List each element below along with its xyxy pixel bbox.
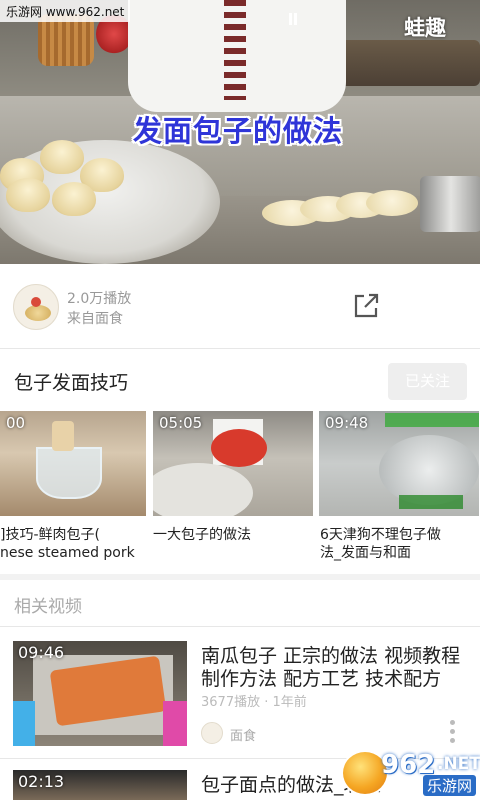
glass-bowl [36,447,102,499]
caption-banner [399,495,463,509]
bun [52,182,96,216]
divider [0,626,480,627]
video-title-overlay: 发面包子的做法 [133,114,344,148]
logo-suffix: .NET [437,754,480,774]
thumb-caption[interactable]: ]技巧-鲜肉包子( [0,526,100,544]
share-icon[interactable] [352,292,380,320]
section-divider [0,574,480,580]
bun [6,178,50,212]
thumb-duration: 00 [6,414,26,432]
bun-tray [330,40,480,86]
related-thumb[interactable]: 09:46 [13,641,187,746]
source-avatar [201,722,223,744]
bun [40,140,84,174]
steel-pot [420,176,480,232]
album-thumb[interactable]: 00 [0,411,146,516]
logo-cn: 乐游网 [423,775,477,796]
album-thumb[interactable]: 05:05 [153,411,313,516]
thumb-duration: 05:05 [159,414,203,432]
dough-wrapper [366,190,418,216]
contact-banner [385,413,479,427]
related-source[interactable]: 面食 [230,725,256,744]
album-title: 包子发面技巧 [14,372,129,394]
channel-avatar[interactable] [13,284,59,330]
follow-button[interactable]: 已关注 [388,363,467,400]
thumb-duration: 09:46 [18,643,65,662]
pause-icon[interactable] [287,12,301,26]
related-title[interactable]: 制作方法 配方工艺 技术配方 [201,666,473,692]
album-thumb[interactable]: 09:48 [319,411,479,516]
pouring-cup [52,421,74,451]
brand-label: 蛙趣 [404,16,446,40]
thumb-duration: 02:13 [18,772,65,791]
thumb-caption[interactable]: 6天津狗不理包子做 [320,526,441,544]
thumb-caption[interactable]: nese steamed pork [0,544,135,562]
pink-crate [163,701,187,746]
play-count: 2.0万播放 [67,291,132,307]
flour-bag [211,429,267,467]
related-videos-label: 相关视频 [14,597,82,617]
related-thumb[interactable]: 02:13 [13,770,187,800]
channel-source[interactable]: 来自面食 [67,308,123,328]
thumb-duration: 09:48 [325,414,369,432]
blue-crate [13,701,35,746]
divider [0,348,480,349]
video-player[interactable]: 发面包子的做法 乐游网 www.962.net 蛙趣 [0,0,480,264]
thumb-caption[interactable]: 一大包子的做法 [153,526,251,544]
steaming-tray [153,463,253,516]
site-watermark: 乐游网 www.962.net [0,0,131,22]
more-options-icon[interactable] [449,720,457,746]
site-logo-watermark: 962 .NET 乐游网 [341,748,480,798]
thumb-caption[interactable]: 法_发面与和面 [320,544,411,562]
related-meta: 3677播放 · 1年前 [201,695,307,710]
chef-figure [128,0,346,112]
